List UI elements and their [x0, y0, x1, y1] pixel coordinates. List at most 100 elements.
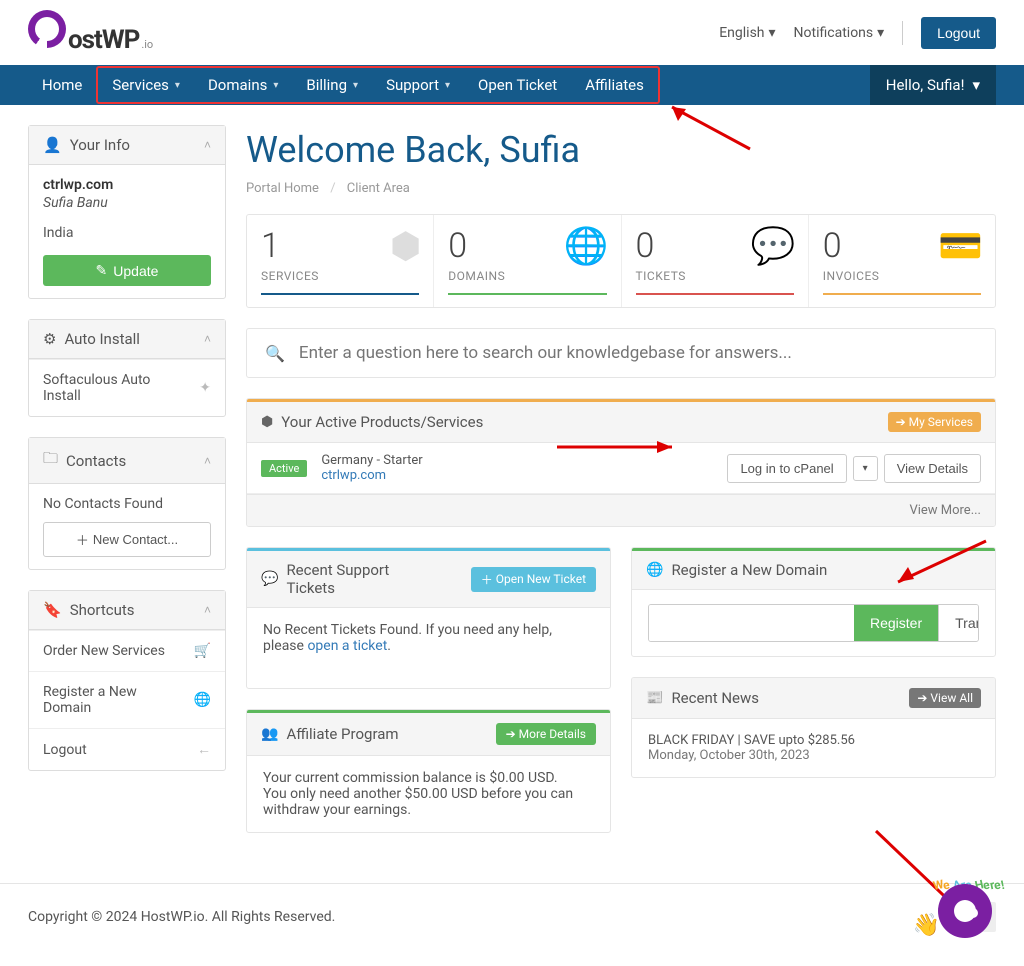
nav-home-label: Home — [42, 76, 82, 94]
domain-input-row: Register Transfer — [648, 604, 979, 642]
panel-contacts-header[interactable]: 🗀 Contacts ˄ — [29, 438, 225, 484]
open-ticket-link[interactable]: open a ticket — [307, 638, 387, 654]
folder-icon: 🗀 — [43, 448, 58, 473]
caret-down-icon: ▾ — [273, 80, 278, 91]
nav-services[interactable]: Services▾ — [98, 68, 194, 102]
shortcut-register[interactable]: Register a New Domain🌐 — [29, 671, 225, 728]
wave-emoji-icon: 👋 — [913, 913, 940, 938]
view-more-link[interactable]: View More... — [247, 494, 995, 526]
service-row: Active Germany - Starter ctrlwp.com Log … — [247, 443, 995, 494]
panel-title: Auto Install — [64, 330, 139, 348]
divider — [902, 21, 903, 45]
service-info: Germany - Starter ctrlwp.com — [321, 453, 422, 483]
more-details-label: More Details — [519, 727, 586, 741]
stats-row: ⬢ 1 SERVICES 🌐 0 DOMAINS 💬 0 TICKETS 💳 0 — [246, 214, 996, 308]
login-cpanel-button[interactable]: Log in to cPanel — [727, 454, 846, 483]
caret-down-icon: ▾ — [972, 76, 980, 94]
right-col: 🌐 Register a New Domain Register Transfe… — [631, 547, 996, 798]
stat-bar — [823, 293, 981, 295]
stat-services[interactable]: ⬢ 1 SERVICES — [247, 215, 434, 307]
card-recent-news: 📰 Recent News ➔View All BLACK FRIDAY | S… — [631, 677, 996, 778]
plus-icon: ＋ — [76, 530, 89, 549]
view-all-button[interactable]: ➔View All — [909, 688, 981, 708]
shortcut-order-label: Order New Services — [43, 643, 165, 659]
topbar-right: English▾ Notifications▾ Logout — [719, 17, 996, 49]
nav-billing[interactable]: Billing▾ — [292, 68, 372, 102]
nav-user-dropdown[interactable]: Hello, Sufia!▾ — [870, 65, 996, 105]
login-cpanel-dropdown[interactable]: ▾ — [853, 456, 878, 481]
news-item-title[interactable]: BLACK FRIDAY | SAVE upto $285.56 — [648, 733, 979, 748]
nav-open-ticket[interactable]: Open Ticket — [464, 68, 571, 102]
logo-mark-icon — [28, 10, 66, 48]
caret-down-icon: ▾ — [877, 25, 884, 41]
breadcrumb-current: Client Area — [347, 181, 410, 196]
card-recent-tickets-header: 💬 Recent Support Tickets ＋Open New Ticke… — [247, 551, 610, 608]
nav-domains-label: Domains — [208, 76, 267, 94]
user-icon: 👤 — [43, 136, 62, 154]
stat-invoices[interactable]: 💳 0 INVOICES — [809, 215, 995, 307]
panel-title: Your Info — [70, 136, 130, 154]
panel-auto-install: ⚙ Auto Install ˄ Softaculous Auto Instal… — [28, 319, 226, 417]
affiliate-line2: You only need another $50.00 USD before … — [263, 786, 594, 818]
topbar: ostWP .io English▾ Notifications▾ Logout — [0, 0, 1024, 65]
newspaper-icon: 📰 — [646, 690, 663, 706]
chat-bubble-button[interactable] — [938, 884, 992, 938]
panel-your-info: 👤 Your Info ˄ ctrlwp.com Sufia Banu Indi… — [28, 125, 226, 299]
nav-affiliates[interactable]: Affiliates — [571, 68, 658, 102]
shortcut-logout[interactable]: Logout← — [29, 728, 225, 770]
view-details-button[interactable]: View Details — [884, 454, 981, 483]
language-label: English — [719, 25, 764, 41]
card-register-domain: 🌐 Register a New Domain Register Transfe… — [631, 547, 996, 657]
arrow-left-icon: ← — [197, 741, 211, 758]
chevron-up-icon: ˄ — [204, 603, 211, 617]
globe-icon: 🌐 — [564, 225, 609, 267]
logo[interactable]: ostWP .io — [28, 10, 153, 55]
service-domain-link[interactable]: ctrlwp.com — [321, 468, 422, 483]
stat-label: DOMAINS — [448, 269, 606, 283]
cube-icon: ⬢ — [390, 225, 421, 267]
kb-search-input[interactable] — [299, 343, 977, 363]
register-button[interactable]: Register — [854, 605, 938, 641]
panel-auto-install-header[interactable]: ⚙ Auto Install ˄ — [29, 320, 225, 359]
card-recent-news-body: BLACK FRIDAY | SAVE upto $285.56 Monday,… — [632, 719, 995, 777]
footer-text: Copyright © 2024 HostWP.io. All Rights R… — [28, 909, 335, 925]
news-item-date: Monday, October 30th, 2023 — [648, 748, 979, 763]
my-services-button[interactable]: ➔My Services — [888, 412, 981, 432]
open-new-ticket-button[interactable]: ＋Open New Ticket — [471, 567, 596, 592]
logout-button[interactable]: Logout — [921, 17, 996, 49]
card-title: Recent Support Tickets — [286, 561, 436, 597]
language-dropdown[interactable]: English▾ — [719, 25, 775, 41]
nav-domains[interactable]: Domains ▾ — [194, 68, 292, 102]
update-button[interactable]: ✎Update — [43, 255, 211, 286]
contacts-empty: No Contacts Found — [43, 496, 211, 512]
domain-input[interactable] — [649, 605, 854, 641]
globe-icon: 🌐 — [194, 692, 211, 708]
breadcrumb-home[interactable]: Portal Home — [246, 181, 319, 196]
shortcut-order[interactable]: Order New Services🛒 — [29, 630, 225, 671]
main-column: Welcome Back, Sufia Portal Home / Client… — [246, 125, 996, 853]
panel-shortcuts-header[interactable]: 🔖 Shortcuts ˄ — [29, 591, 225, 630]
nav-home[interactable]: Home — [28, 65, 96, 105]
logo-text: ostWP — [68, 25, 139, 55]
caret-down-icon: ▾ — [175, 80, 180, 91]
nav-left: Home Services▾ Domains ▾ Billing▾ Support… — [28, 65, 660, 105]
softaculous-label: Softaculous Auto Install — [43, 372, 189, 404]
card-title: Your Active Products/Services — [281, 413, 483, 431]
stat-bar — [636, 293, 794, 295]
panel-your-info-header[interactable]: 👤 Your Info ˄ — [29, 126, 225, 165]
user-domain: ctrlwp.com — [43, 177, 211, 193]
transfer-button[interactable]: Transfer — [938, 605, 979, 641]
comments-icon: 💬 — [751, 225, 796, 267]
nav-support[interactable]: Support▾ — [372, 68, 464, 102]
stat-tickets[interactable]: 💬 0 TICKETS — [622, 215, 809, 307]
new-contact-button[interactable]: ＋New Contact... — [43, 522, 211, 557]
more-details-button[interactable]: ➔More Details — [496, 723, 596, 745]
breadcrumb: Portal Home / Client Area — [246, 181, 996, 196]
plus-icon: ＋ — [481, 571, 493, 588]
stat-bar — [261, 293, 419, 295]
bookmark-icon: 🔖 — [43, 601, 62, 619]
softaculous-link[interactable]: Softaculous Auto Install ✦ — [29, 359, 225, 416]
stat-domains[interactable]: 🌐 0 DOMAINS — [434, 215, 621, 307]
notifications-dropdown[interactable]: Notifications▾ — [794, 25, 885, 41]
comments-icon: 💬 — [261, 571, 278, 587]
